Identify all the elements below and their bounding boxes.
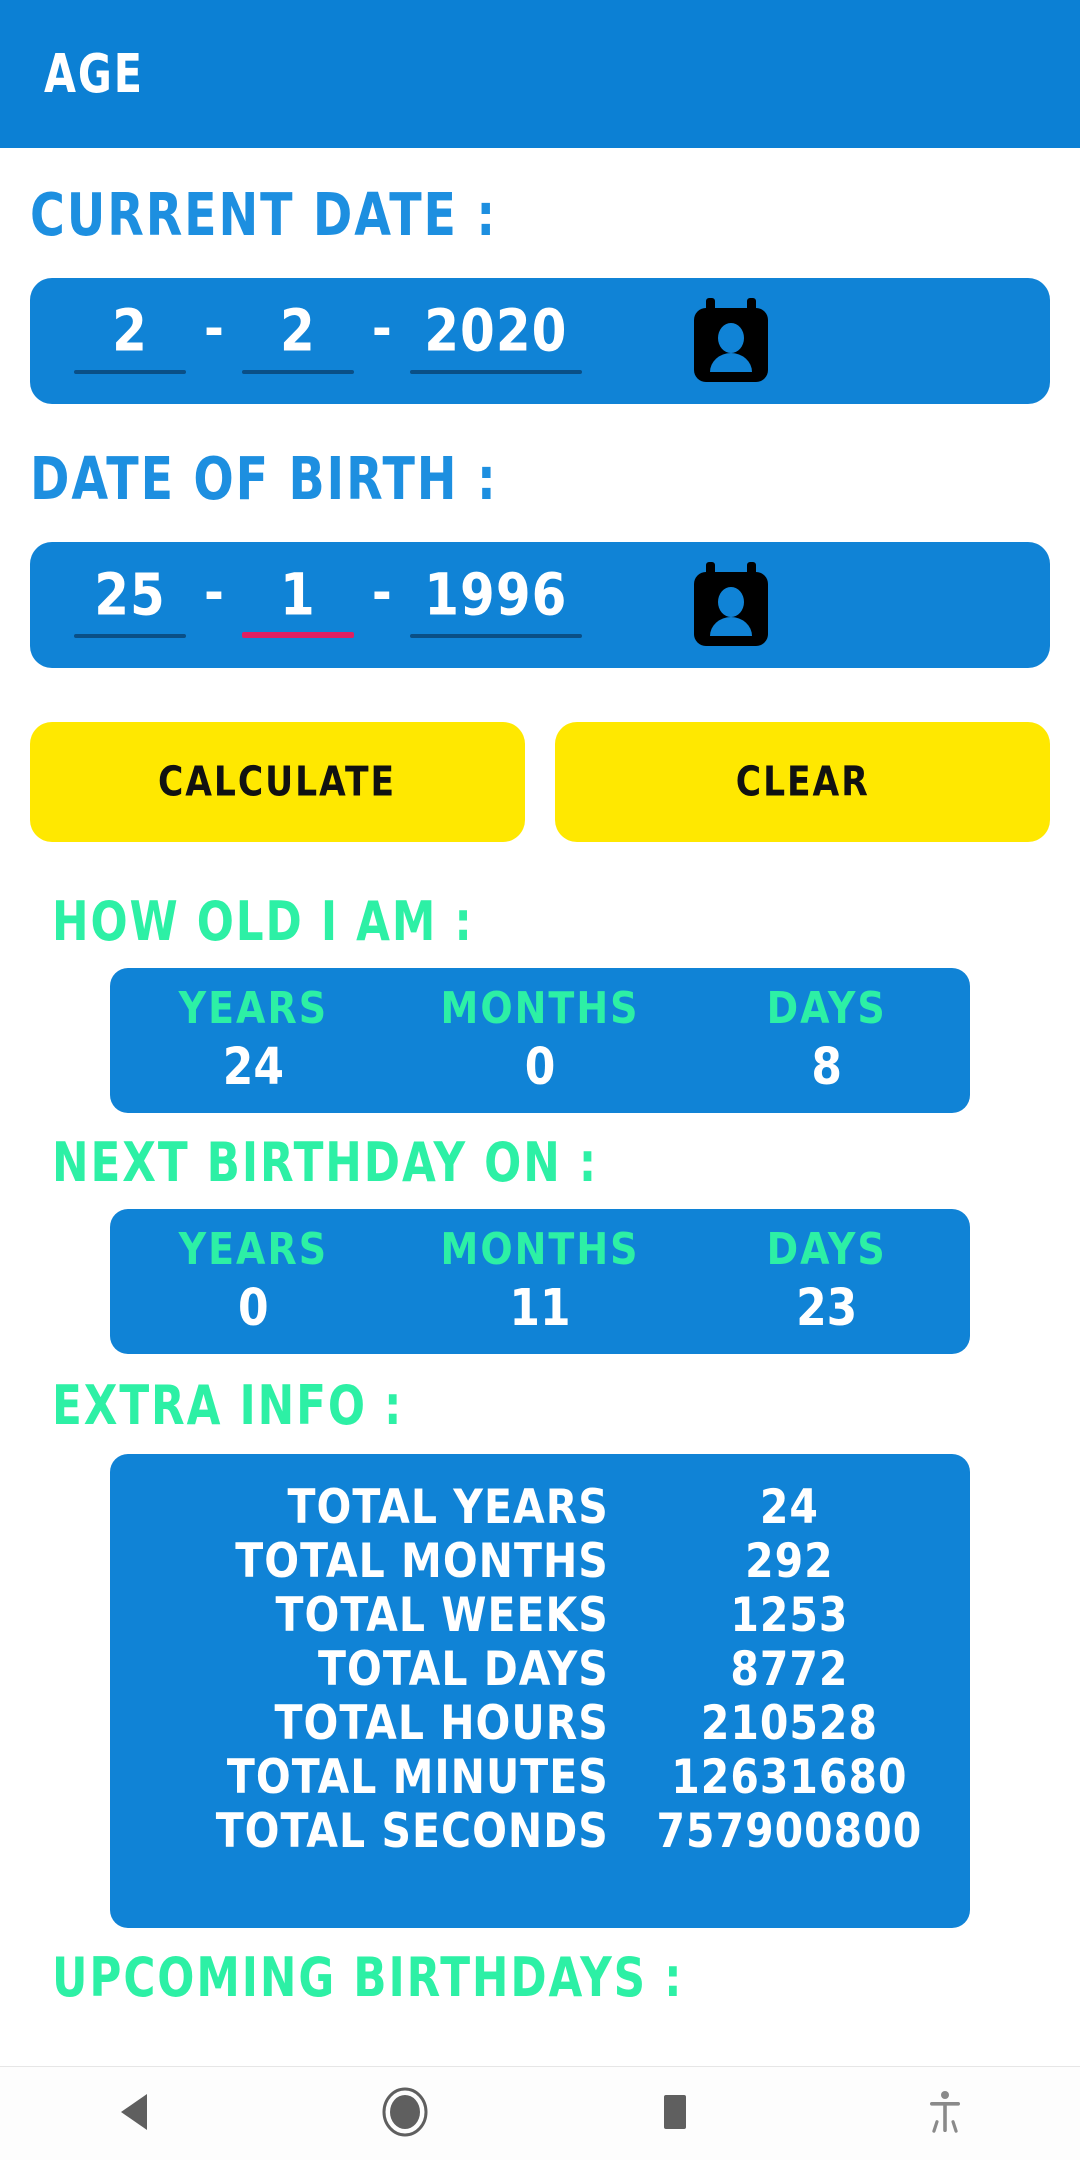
dob-separator-2: - [371, 562, 392, 624]
nav-back-button[interactable] [0, 2067, 270, 2160]
calculate-button[interactable]: CALCULATE [30, 722, 525, 842]
current-date-inputs: 2 - 2 - 2020 [70, 302, 586, 376]
dob-year-value: 1996 [424, 561, 568, 629]
contact-calendar-icon[interactable] [692, 562, 770, 648]
current-date-separator-2: - [371, 298, 392, 360]
extra-info-row-value: 757900800 [656, 1803, 923, 1859]
how-old-months-value: 0 [524, 1038, 556, 1097]
extra-info-row-value: 1253 [730, 1587, 849, 1643]
extra-info-row-label: TOTAL MONTHS [235, 1533, 609, 1589]
nav-recents-button[interactable] [540, 2067, 810, 2160]
how-old-years-value: 24 [222, 1038, 284, 1097]
how-old-card: YEARS 24 MONTHS 0 DAYS 8 [110, 968, 970, 1113]
current-date-separator-1: - [204, 298, 224, 360]
home-circle-icon [382, 2087, 428, 2141]
system-navigation-bar [0, 2066, 1080, 2160]
extra-info-card: TOTAL YEARS 24 TOTAL MONTHS 292 TOTAL WE… [110, 1454, 970, 1928]
extra-info-row-value: 12631680 [671, 1749, 908, 1805]
current-date-label: CURRENT DATE : [30, 180, 498, 250]
current-date-month-input[interactable]: 2 [238, 302, 358, 376]
dob-month-underline-focused [241, 632, 354, 638]
extra-info-row-label: TOTAL WEEKS [275, 1587, 609, 1643]
next-birthday-months-column: MONTHS 11 [397, 1223, 684, 1338]
clear-button[interactable]: CLEAR [555, 722, 1050, 842]
extra-info-row: TOTAL SECONDS 757900800 [110, 1803, 970, 1859]
how-old-days-value: 8 [811, 1038, 842, 1097]
contact-calendar-icon[interactable] [692, 298, 770, 384]
scroll-content[interactable]: CURRENT DATE : 2 - 2 - 2020 DATE OF BIRT… [0, 148, 1080, 2066]
current-date-month-value: 2 [280, 297, 316, 365]
how-old-years-header: YEARS [178, 982, 329, 1034]
calculate-button-label: CALCULATE [158, 758, 397, 806]
extra-info-row-value: 210528 [700, 1695, 878, 1751]
current-date-day-input[interactable]: 2 [70, 302, 190, 376]
next-birthday-days-header: DAYS [766, 1223, 887, 1275]
extra-info-row-value: 292 [745, 1533, 834, 1589]
age-calculator-screen: AGE CURRENT DATE : 2 - 2 - 2020 DATE OF … [0, 0, 1080, 2160]
dob-day-underline [74, 634, 186, 638]
app-bar: AGE [0, 0, 1080, 148]
current-date-field[interactable]: 2 - 2 - 2020 [30, 278, 1050, 404]
next-birthday-years-header: YEARS [178, 1223, 329, 1275]
extra-info-row-label: TOTAL HOURS [274, 1695, 609, 1751]
dob-day-value: 25 [94, 561, 166, 629]
action-button-row: CALCULATE CLEAR [30, 722, 1050, 842]
dob-month-input[interactable]: 1 [238, 566, 358, 640]
current-date-month-underline [241, 370, 354, 374]
extra-info-row-label: TOTAL YEARS [287, 1479, 609, 1535]
extra-info-row-value: 24 [759, 1479, 819, 1535]
current-date-year-underline [409, 370, 582, 374]
accessibility-icon [926, 2089, 964, 2139]
recents-square-icon [658, 2091, 692, 2137]
how-old-days-column: DAYS 8 [683, 982, 970, 1097]
dob-month-value: 1 [280, 561, 316, 629]
nav-home-button[interactable] [270, 2067, 540, 2160]
current-date-year-input[interactable]: 2020 [406, 302, 586, 376]
extra-info-row: TOTAL WEEKS 1253 [110, 1587, 970, 1643]
extra-info-row-label: TOTAL SECONDS [215, 1803, 609, 1859]
date-of-birth-field[interactable]: 25 - 1 - 1996 [30, 542, 1050, 668]
how-old-months-header: MONTHS [440, 982, 640, 1034]
how-old-months-column: MONTHS 0 [397, 982, 684, 1097]
current-date-day-value: 2 [112, 297, 148, 365]
next-birthday-days-column: DAYS 23 [683, 1223, 970, 1338]
current-date-year-value: 2020 [424, 297, 568, 365]
extra-info-row-label: TOTAL MINUTES [226, 1749, 609, 1805]
extra-info-row: TOTAL HOURS 210528 [110, 1695, 970, 1751]
how-old-days-header: DAYS [766, 982, 887, 1034]
extra-info-row: TOTAL MINUTES 12631680 [110, 1749, 970, 1805]
dob-day-input[interactable]: 25 [70, 566, 190, 640]
extra-info-row: TOTAL MONTHS 292 [110, 1533, 970, 1589]
back-triangle-icon [115, 2091, 155, 2137]
extra-info-row-label: TOTAL DAYS [318, 1641, 609, 1697]
next-birthday-days-value: 23 [796, 1279, 858, 1338]
current-date-day-underline [74, 370, 186, 374]
extra-info-label: EXTRA INFO : [52, 1373, 404, 1437]
date-of-birth-label: DATE OF BIRTH : [30, 444, 498, 514]
extra-info-row: TOTAL YEARS 24 [110, 1479, 970, 1535]
next-birthday-months-value: 11 [509, 1279, 571, 1338]
extra-info-row-value: 8772 [730, 1641, 849, 1697]
dob-separator-1: - [204, 562, 224, 624]
clear-button-label: CLEAR [735, 758, 870, 806]
nav-accessibility-button[interactable] [810, 2067, 1080, 2160]
next-birthday-years-value: 0 [238, 1279, 269, 1338]
upcoming-birthdays-label: UPCOMING BIRTHDAYS : [52, 1945, 684, 2009]
how-old-years-column: YEARS 24 [110, 982, 397, 1097]
date-of-birth-inputs: 25 - 1 - 1996 [70, 566, 586, 640]
next-birthday-label: NEXT BIRTHDAY ON : [52, 1130, 599, 1194]
page-title: AGE [44, 42, 144, 106]
extra-info-row: TOTAL DAYS 8772 [110, 1641, 970, 1697]
dob-year-input[interactable]: 1996 [406, 566, 586, 640]
next-birthday-years-column: YEARS 0 [110, 1223, 397, 1338]
next-birthday-card: YEARS 0 MONTHS 11 DAYS 23 [110, 1209, 970, 1354]
how-old-label: HOW OLD I AM : [52, 889, 474, 953]
dob-year-underline [409, 634, 582, 638]
next-birthday-months-header: MONTHS [440, 1223, 640, 1275]
